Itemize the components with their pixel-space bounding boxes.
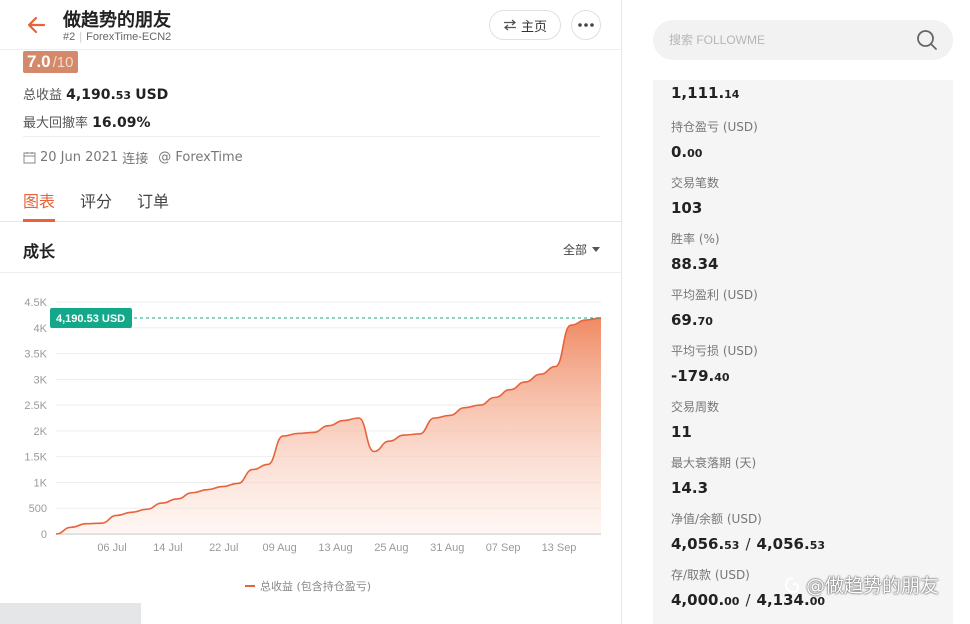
home-button[interactable]: 主页 [489, 10, 561, 40]
x-tick-label: 09 Aug [262, 542, 296, 554]
page-header: 做趋势的朋友 #2 | ForexTime-ECN2 主页 [0, 0, 621, 50]
max-drawdown-stat: 最大回撤率 16.09% [23, 112, 150, 131]
trader-detail-panel: 做趋势的朋友 #2 | ForexTime-ECN2 主页 7.0/10 总收益 4… [0, 0, 622, 624]
back-arrow-icon[interactable] [24, 12, 50, 38]
tab-orders[interactable]: 订单 [137, 188, 169, 212]
growth-chart: 0 500 1K 1.5K 2K 2.5K 3K 3.5K 4K 4.5K 06 Jul 14 Ju… [24, 297, 602, 593]
stat-label: 平均亏损 (USD) [671, 344, 758, 358]
current-value-label: 4,190.53 USD [56, 313, 125, 325]
x-tick-label: 06 Jul [97, 542, 126, 554]
brand-logo-icon [784, 576, 800, 593]
watermark: @做趋势的朋友 [784, 571, 939, 598]
x-tick-label: 14 Jul [153, 542, 182, 554]
y-tick-label: 4K [34, 323, 48, 335]
separator: | [79, 31, 83, 43]
stat-label: 交易周数 [671, 400, 720, 414]
score-badge: 7.0/10 [23, 51, 78, 73]
stats-panel: 1,111.14 持仓盈亏 (USD) 0.00 交易笔数 103 胜率 (%)… [653, 80, 953, 624]
x-tick-label: 25 Aug [374, 542, 408, 554]
y-tick-label: 1.5K [24, 452, 47, 464]
total-profit-dec: 53 [115, 89, 132, 102]
stat-value: 11 [671, 423, 692, 441]
stat-value: 0.00 [671, 143, 703, 161]
y-tick-label: 3.5K [24, 349, 47, 361]
stat-value: 1,111.14 [671, 84, 740, 102]
caret-down-icon [592, 247, 601, 252]
y-tick-label: 0 [41, 529, 47, 541]
broker-text: @ ForexTime [158, 150, 243, 165]
page-title: 做趋势的朋友 [63, 10, 171, 31]
divider [0, 272, 621, 273]
tab-rating[interactable]: 评分 [80, 188, 112, 212]
stat-value: 69.70 [671, 311, 713, 329]
max-drawdown-value: 16.09% [92, 115, 151, 131]
stat-label: 持仓盈亏 (USD) [671, 120, 758, 134]
more-dots-icon [578, 23, 594, 27]
total-profit-stat: 总收益 4,190.53 USD [23, 84, 168, 103]
divider [23, 136, 600, 137]
rank-text: #2 [63, 31, 76, 43]
x-tick-label: 22 Jul [209, 542, 238, 554]
home-button-label: 主页 [520, 19, 547, 35]
x-tick-label: 13 Sep [542, 542, 577, 554]
total-profit-int: 4,190. [66, 87, 116, 103]
calendar-icon [23, 152, 36, 164]
watermark-text: @做趋势的朋友 [806, 575, 940, 597]
y-tick-label: 1K [34, 477, 48, 489]
stat-value-row: 1,111.14 [671, 84, 739, 103]
y-tick-label: 500 [29, 503, 47, 515]
overlay-bar [0, 603, 141, 624]
growth-title: 成长 [23, 242, 56, 261]
score-max: /10 [52, 54, 74, 71]
y-tick-label: 3K [34, 374, 48, 386]
stat-label: 最大衰落期 (天) [671, 456, 757, 470]
account-name: ForexTime-ECN2 [86, 31, 172, 43]
connection-meta: 20 Jun 2021 连接 @ ForexTime [23, 148, 243, 167]
search-icon[interactable] [916, 29, 938, 51]
total-profit-unit: USD [135, 87, 169, 103]
max-drawdown-label: 最大回撤率 [23, 116, 89, 131]
x-tick-label: 13 Aug [318, 542, 352, 554]
stat-win-rate: 胜率 (%) 88.34 [671, 230, 720, 273]
stat-label: 净值/余额 (USD) [671, 512, 762, 526]
more-button[interactable] [571, 10, 601, 40]
x-tick-label: 31 Aug [430, 542, 464, 554]
score-value: 7.0 [27, 52, 51, 71]
account-subtitle: #2 | ForexTime-ECN2 [63, 31, 171, 43]
connect-date: 20 Jun 2021 [40, 150, 119, 165]
stat-label: 交易笔数 [671, 176, 720, 190]
stat-value: 103 [671, 199, 703, 217]
total-profit-label: 总收益 [23, 88, 63, 103]
active-tab-indicator [23, 219, 55, 222]
stat-trade-count: 交易笔数 103 [671, 174, 719, 217]
stat-avg-loss: 平均亏损 (USD) -179.40 [671, 342, 758, 385]
tab-bar: 图表 评分 订单 [0, 180, 621, 222]
connect-text: 连接 [122, 152, 149, 167]
search-box [653, 20, 953, 60]
stat-label: 胜率 (%) [671, 232, 720, 246]
stat-trading-weeks: 交易周数 11 [671, 398, 719, 441]
stat-label: 平均盈利 (USD) [671, 288, 758, 302]
stat-equity-balance: 净值/余额 (USD) 4,056.53/4,056.53 [671, 510, 825, 553]
y-tick-label: 4.5K [24, 297, 47, 309]
stat-value: 4,056.53/4,056.53 [671, 535, 825, 553]
stat-value: -179.40 [671, 367, 730, 385]
legend-label: 总收益 (包含持仓盈亏) [260, 579, 371, 593]
y-tick-label: 2.5K [24, 400, 47, 412]
stats-sidebar: 1,111.14 持仓盈亏 (USD) 0.00 交易笔数 103 胜率 (%)… [622, 0, 970, 624]
tab-chart[interactable]: 图表 [23, 188, 55, 212]
y-tick-label: 2K [34, 426, 48, 438]
stat-floating-pl: 持仓盈亏 (USD) 0.00 [671, 118, 758, 161]
stat-avg-profit: 平均盈利 (USD) 69.70 [671, 286, 758, 329]
stat-max-decline: 最大衰落期 (天) 14.3 [671, 454, 756, 497]
stat-value: 88.34 [671, 255, 719, 273]
switch-icon [503, 19, 516, 31]
x-tick-label: 07 Sep [486, 542, 521, 554]
stat-value: 14.3 [671, 479, 709, 497]
search-input[interactable] [669, 20, 909, 60]
range-dropdown[interactable]: 全部 [563, 241, 601, 258]
range-value: 全部 [563, 243, 588, 257]
